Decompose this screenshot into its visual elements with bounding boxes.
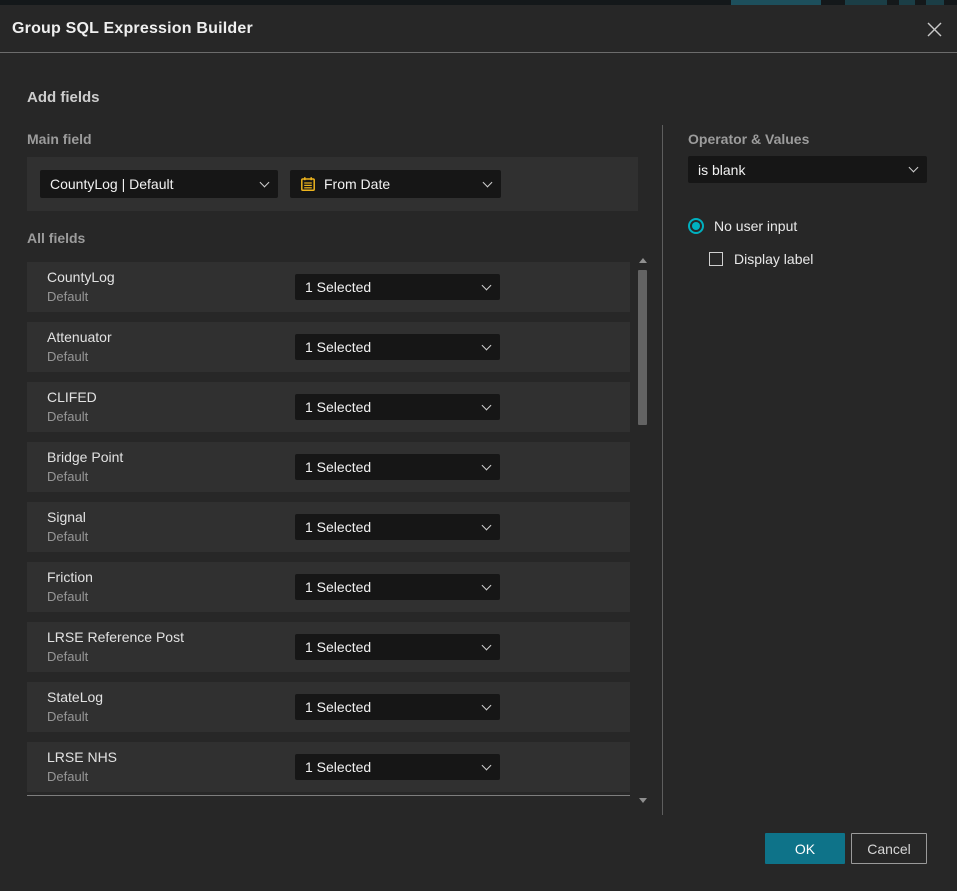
group-sql-expression-builder-dialog: Group SQL Expression Builder Add fields …: [0, 5, 957, 891]
chevron-down-icon: [482, 760, 492, 770]
field-name: Signal: [47, 509, 86, 525]
main-field-label: Main field: [27, 131, 92, 147]
operator-values-label: Operator & Values: [688, 131, 809, 147]
field-selection-value: 1 Selected: [305, 339, 475, 355]
field-name: StateLog: [47, 689, 103, 705]
scrollbar-up-arrow-icon[interactable]: [639, 258, 647, 263]
scrollbar-down-arrow-icon[interactable]: [639, 798, 647, 803]
chevron-down-icon: [482, 400, 492, 410]
field-row: Bridge Point Default 1 Selected: [27, 442, 630, 492]
list-bottom-divider: [27, 795, 630, 796]
main-field-field-dropdown-value: From Date: [324, 176, 476, 192]
field-subtitle: Default: [47, 769, 88, 784]
field-subtitle: Default: [47, 289, 88, 304]
all-fields-label: All fields: [27, 230, 85, 246]
field-subtitle: Default: [47, 349, 88, 364]
field-name: LRSE NHS: [47, 749, 117, 765]
operator-dropdown[interactable]: is blank: [688, 156, 927, 183]
field-selection-value: 1 Selected: [305, 279, 475, 295]
field-subtitle: Default: [47, 589, 88, 604]
field-name: LRSE Reference Post: [47, 629, 184, 645]
chevron-down-icon: [482, 640, 492, 650]
main-field-layer-dropdown[interactable]: CountyLog | Default: [40, 170, 278, 198]
field-row: LRSE Reference Post Default 1 Selected: [27, 622, 630, 672]
chevron-down-icon: [260, 177, 270, 187]
field-row: LRSE NHS Default 1 Selected: [27, 742, 630, 792]
field-selection-value: 1 Selected: [305, 639, 475, 655]
operator-dropdown-value: is blank: [698, 162, 902, 178]
checkbox-unchecked-icon: [709, 252, 723, 266]
calendar-date-icon: [300, 176, 316, 192]
field-selection-value: 1 Selected: [305, 519, 475, 535]
field-selection-value: 1 Selected: [305, 699, 475, 715]
field-selection-value: 1 Selected: [305, 459, 475, 475]
field-name: Attenuator: [47, 329, 112, 345]
field-row: Friction Default 1 Selected: [27, 562, 630, 612]
dialog-title: Group SQL Expression Builder: [12, 20, 253, 38]
field-name: Bridge Point: [47, 449, 123, 465]
field-selection-dropdown[interactable]: 1 Selected: [295, 574, 500, 600]
field-selection-dropdown[interactable]: 1 Selected: [295, 754, 500, 780]
field-subtitle: Default: [47, 649, 88, 664]
chevron-down-icon: [482, 460, 492, 470]
column-divider: [662, 125, 663, 815]
field-selection-dropdown[interactable]: 1 Selected: [295, 634, 500, 660]
chevron-down-icon: [482, 520, 492, 530]
field-selection-dropdown[interactable]: 1 Selected: [295, 274, 500, 300]
chevron-down-icon: [482, 340, 492, 350]
field-name: Friction: [47, 569, 93, 585]
field-subtitle: Default: [47, 469, 88, 484]
main-field-field-dropdown[interactable]: From Date: [290, 170, 501, 198]
field-selection-dropdown[interactable]: 1 Selected: [295, 334, 500, 360]
field-subtitle: Default: [47, 529, 88, 544]
chevron-down-icon: [482, 280, 492, 290]
field-subtitle: Default: [47, 709, 88, 724]
chevron-down-icon: [482, 580, 492, 590]
field-row: CountyLog Default 1 Selected: [27, 262, 630, 312]
chevron-down-icon: [909, 163, 919, 173]
chevron-down-icon: [482, 700, 492, 710]
dialog-title-bar: Group SQL Expression Builder: [0, 5, 957, 53]
chevron-down-icon: [483, 177, 493, 187]
close-icon: [926, 21, 943, 38]
field-selection-dropdown[interactable]: 1 Selected: [295, 514, 500, 540]
display-label-checkbox[interactable]: Display label: [709, 251, 813, 267]
close-button[interactable]: [923, 18, 945, 40]
field-row: Attenuator Default 1 Selected: [27, 322, 630, 372]
field-name: CLIFED: [47, 389, 97, 405]
fields-list-scrollbar[interactable]: [637, 258, 649, 803]
field-selection-value: 1 Selected: [305, 759, 475, 775]
main-field-layer-dropdown-value: CountyLog | Default: [50, 176, 253, 192]
cancel-button[interactable]: Cancel: [851, 833, 927, 864]
field-selection-dropdown[interactable]: 1 Selected: [295, 454, 500, 480]
field-row: StateLog Default 1 Selected: [27, 682, 630, 732]
field-selection-value: 1 Selected: [305, 399, 475, 415]
scrollbar-thumb[interactable]: [638, 270, 647, 425]
field-name: CountyLog: [47, 269, 115, 285]
display-label-label: Display label: [734, 251, 813, 267]
field-subtitle: Default: [47, 409, 88, 424]
add-fields-heading: Add fields: [27, 89, 100, 106]
field-selection-value: 1 Selected: [305, 579, 475, 595]
field-row: Signal Default 1 Selected: [27, 502, 630, 552]
all-fields-list: CountyLog Default 1 Selected Attenuator …: [27, 262, 630, 802]
ok-button[interactable]: OK: [765, 833, 845, 864]
no-user-input-radio[interactable]: No user input: [688, 218, 797, 234]
field-selection-dropdown[interactable]: 1 Selected: [295, 694, 500, 720]
no-user-input-label: No user input: [714, 218, 797, 234]
main-field-panel: CountyLog | Default From Date: [27, 157, 638, 211]
field-selection-dropdown[interactable]: 1 Selected: [295, 394, 500, 420]
field-row: CLIFED Default 1 Selected: [27, 382, 630, 432]
radio-selected-icon: [688, 218, 704, 234]
